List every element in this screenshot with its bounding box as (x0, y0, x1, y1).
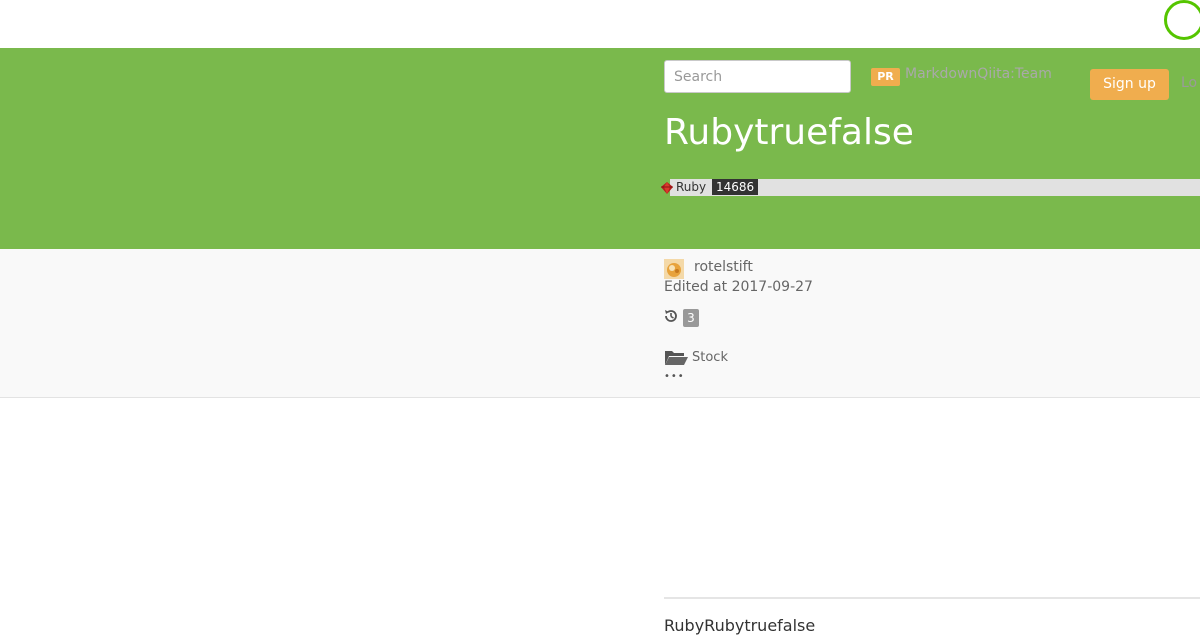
article-meta: rotelstift Edited at 2017-09-27 3 Stock … (0, 249, 1200, 398)
content-divider (664, 597, 1200, 599)
author-link[interactable]: rotelstift (694, 259, 753, 275)
avatar[interactable] (664, 259, 684, 279)
tag-follower-count: 14686 (712, 179, 759, 195)
search-input[interactable] (664, 60, 851, 93)
more-dots-icon[interactable]: ••• (664, 372, 685, 382)
page-title: Rubytruefalse (664, 112, 914, 153)
tag-link-ruby[interactable]: Ruby (676, 179, 706, 196)
revision-count-badge[interactable]: 3 (683, 309, 699, 327)
signup-button[interactable]: Sign up (1090, 69, 1169, 100)
pr-badge: PR (871, 68, 900, 86)
stock-button[interactable]: Stock (692, 350, 728, 365)
history-icon[interactable] (663, 308, 679, 324)
article-body-first-line: RubyRubytruefalse (664, 616, 816, 635)
folder-open-icon[interactable] (664, 348, 688, 366)
top-bar (0, 0, 1200, 48)
edited-timestamp: Edited at 2017-09-27 (664, 279, 813, 295)
avatar-image (664, 259, 684, 279)
article-header: PR MarkdownQiita:Team Sign up Lo Rubytru… (0, 48, 1200, 249)
login-link[interactable]: Lo (1181, 75, 1197, 91)
promo-link[interactable]: MarkdownQiita:Team (905, 66, 1052, 82)
ruby-gem-icon (661, 182, 673, 194)
loading-ring-icon (1164, 0, 1200, 40)
